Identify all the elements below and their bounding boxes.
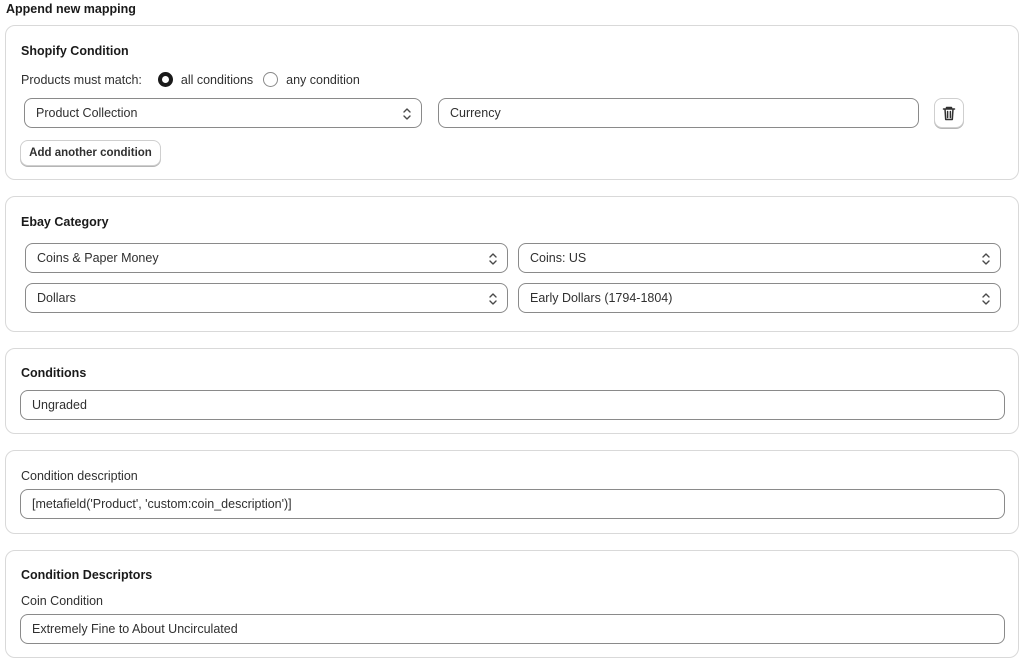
coin-condition-input[interactable]: Extremely Fine to About Uncirculated [20,614,1005,644]
radio-any-condition-label: any condition [286,72,360,87]
ebay-category-card: Ebay Category Coins & Paper Money Coins:… [5,196,1019,332]
ebay-category-select-1[interactable]: Coins & Paper Money [25,243,508,273]
match-radio-group: Products must match: all conditions any … [21,72,360,87]
conditions-value: Ungraded [32,398,87,412]
condition-description-value: [metafield('Product', 'custom:coin_descr… [32,497,292,511]
conditions-input[interactable]: Ungraded [20,390,1005,420]
page-title: Append new mapping [6,2,136,16]
radio-unchecked-icon[interactable] [263,72,279,87]
delete-condition-button[interactable] [934,98,964,128]
conditions-card: Conditions Ungraded [5,348,1019,434]
match-label: Products must match: [21,72,142,87]
select-chevron-icon [982,293,990,305]
coin-condition-value: Extremely Fine to About Uncirculated [32,622,238,636]
ebay-category-select-4[interactable]: Early Dollars (1794-1804) [518,283,1001,313]
radio-all-conditions-label: all conditions [180,72,254,87]
ebay-category-select-2[interactable]: Coins: US [518,243,1001,273]
select-chevron-icon [403,108,411,120]
ebay-category-title: Ebay Category [21,215,109,229]
ebay-category-value-2: Coins: US [530,251,587,265]
condition-descriptors-card: Condition Descriptors Coin Condition Ext… [5,550,1019,658]
radio-checked-icon[interactable] [157,72,173,87]
condition-field-value: Product Collection [36,106,138,120]
condition-description-card: Condition description [metafield('Produc… [5,450,1019,534]
select-chevron-icon [982,253,990,265]
select-chevron-icon [489,253,497,265]
conditions-title: Conditions [21,366,87,380]
radio-any-condition[interactable]: any condition [263,72,360,87]
trash-icon [942,106,956,120]
shopify-condition-card: Shopify Condition Products must match: a… [5,25,1019,180]
condition-value-input[interactable]: Currency [438,98,919,128]
shopify-condition-title: Shopify Condition [21,44,129,58]
ebay-category-value-1: Coins & Paper Money [37,251,159,265]
ebay-category-value-3: Dollars [37,291,76,305]
select-chevron-icon [489,293,497,305]
ebay-category-select-3[interactable]: Dollars [25,283,508,313]
condition-field-select[interactable]: Product Collection [24,98,422,128]
condition-value-text: Currency [450,106,501,120]
radio-all-conditions[interactable]: all conditions [157,72,254,87]
condition-description-label: Condition description [21,469,138,483]
coin-condition-label: Coin Condition [21,594,103,608]
condition-descriptors-title: Condition Descriptors [21,568,153,582]
condition-description-input[interactable]: [metafield('Product', 'custom:coin_descr… [20,489,1005,519]
add-another-condition-button[interactable]: Add another condition [20,140,161,166]
ebay-category-value-4: Early Dollars (1794-1804) [530,291,673,305]
